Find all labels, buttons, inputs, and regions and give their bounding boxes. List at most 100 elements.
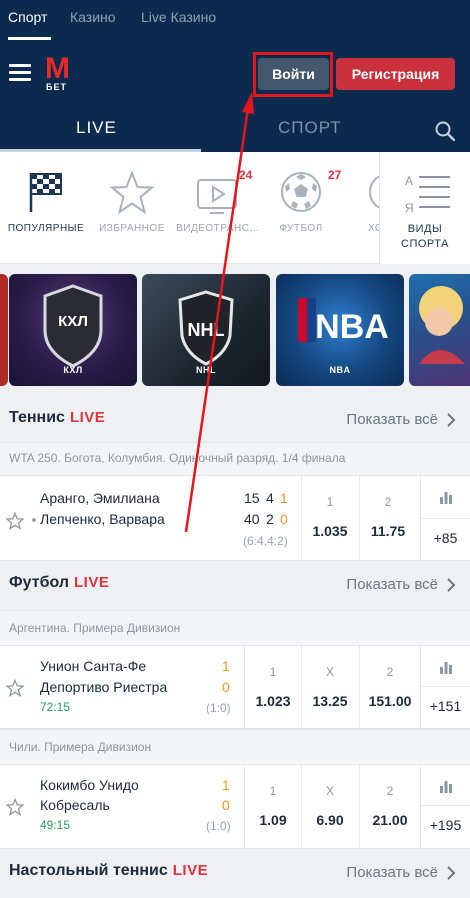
serve-indicator xyxy=(32,518,36,522)
top-tabs: Спорт Казино Live Казино xyxy=(0,0,470,40)
category-popular[interactable]: ПОПУЛЯРНЫЕ xyxy=(0,152,92,264)
event-row[interactable]: Кокимбо Унидо Кобресаль 49:15 1 0 (1:0) … xyxy=(0,764,470,849)
league-name: WTA 250. Богота, Колумбия. Одиночный раз… xyxy=(9,451,346,465)
svg-text:Я: Я xyxy=(405,201,414,215)
score-points-away: 40 xyxy=(244,511,260,527)
odd-button[interactable]: 1 1.09 xyxy=(244,765,301,848)
logo-sub: БЕТ xyxy=(46,82,67,92)
banner-nhl[interactable]: NHL NHL xyxy=(142,274,270,386)
odd-button[interactable]: 2 21.00 xyxy=(359,765,420,848)
category-label: ФУТБОЛ xyxy=(279,223,323,234)
banner-title: NBA xyxy=(329,365,351,375)
score-games-home: 4 xyxy=(266,490,274,506)
favorite-star-icon[interactable] xyxy=(6,798,24,816)
score-home: 1 xyxy=(222,658,230,674)
banner-khl[interactable]: КХЛ КХЛ xyxy=(9,274,137,386)
category-label: ВИДЕОТРАНС… xyxy=(176,223,260,234)
search-icon[interactable] xyxy=(435,121,455,141)
half-score: (1:0) xyxy=(206,819,231,833)
team-away: Лепченко, Варвара xyxy=(40,511,165,527)
set-scores: (6:4,4:2) xyxy=(243,534,288,548)
more-markets-button[interactable]: +195 xyxy=(420,765,470,848)
live-badge: LIVE xyxy=(172,862,209,879)
banner-title: КХЛ xyxy=(63,365,83,375)
category-hockey[interactable]: ХО xyxy=(338,152,379,264)
odd-button[interactable]: 1 1.023 xyxy=(244,646,301,728)
stats-icon[interactable] xyxy=(439,490,453,504)
favorite-star-icon[interactable] xyxy=(6,512,24,530)
tab-sport-line[interactable]: СПОРТ xyxy=(278,118,342,138)
category-label: ПОПУЛЯРНЫЕ xyxy=(7,223,85,234)
odd-button[interactable]: 2 11.75 xyxy=(359,476,416,560)
score-points-home: 15 xyxy=(244,490,260,506)
video-count-badge: 24 xyxy=(239,168,253,182)
star-icon xyxy=(109,170,155,215)
event-row[interactable]: Аранго, Эмилиана Лепченко, Варвара 15 4 … xyxy=(0,475,470,561)
chevron-right-icon[interactable] xyxy=(446,578,456,592)
odd-button[interactable]: 2 151.00 xyxy=(359,646,420,728)
logo-letter[interactable]: M xyxy=(45,54,70,84)
section-header-football: Футбол LIVE Показать всё xyxy=(0,561,470,607)
match-time: 72:15 xyxy=(40,700,71,714)
team-home: Кокимбо Унидо xyxy=(40,777,139,793)
more-markets-button[interactable]: +85 xyxy=(420,476,470,560)
league-header: Чили. Примера Дивизион xyxy=(0,729,470,764)
more-markets-count: +151 xyxy=(429,698,462,714)
score-home: 1 xyxy=(222,777,230,793)
az-list-icon: А Я xyxy=(405,174,450,215)
score-away: 0 xyxy=(222,797,230,813)
category-label: ИЗБРАННОЕ xyxy=(99,223,165,234)
score-sets-away: 0 xyxy=(280,511,288,527)
show-all-link[interactable]: Показать всё xyxy=(346,864,438,881)
category-favorites[interactable]: ИЗБРАННОЕ xyxy=(92,152,172,264)
flag-icon xyxy=(29,173,62,212)
score-games-away: 2 xyxy=(266,511,274,527)
sports-kinds-label: ВИДЫ СПОРТА xyxy=(401,223,449,250)
banner-title: NHL xyxy=(196,365,216,375)
score-sets-home: 1 xyxy=(280,490,288,506)
match-time: 49:15 xyxy=(40,818,71,832)
chevron-right-icon[interactable] xyxy=(446,413,456,427)
sports-kinds-button[interactable]: А Я ВИДЫ СПОРТА xyxy=(380,152,470,264)
show-all-link[interactable]: Показать всё xyxy=(346,411,438,428)
show-all-link[interactable]: Показать всё xyxy=(346,576,438,593)
stats-icon[interactable] xyxy=(439,779,453,793)
tab-live[interactable]: LIVE xyxy=(76,118,117,138)
category-label: ХО xyxy=(368,223,379,234)
header: M БЕТ Войти Регистрация xyxy=(0,40,470,104)
live-sport-tabs: LIVE СПОРТ xyxy=(0,104,470,152)
category-football[interactable]: 27 ФУТБОЛ xyxy=(264,152,341,264)
tab-casino[interactable]: Казино xyxy=(70,9,116,25)
odd-button[interactable]: 1 1.035 xyxy=(301,476,358,560)
section-title: Настольный теннис LIVE xyxy=(9,862,209,879)
odd-button[interactable]: X 6.90 xyxy=(301,765,358,848)
soccer-ball-icon xyxy=(281,172,321,212)
event-row[interactable]: Унион Санта-Фе Депортиво Риестра 72:15 1… xyxy=(0,645,470,729)
login-button[interactable]: Войти xyxy=(258,58,329,90)
register-button[interactable]: Регистрация xyxy=(336,58,455,90)
tab-live-casino[interactable]: Live Казино xyxy=(141,9,216,25)
category-video[interactable]: 24 ВИДЕОТРАНС… xyxy=(172,152,264,264)
banner-partial-left[interactable] xyxy=(0,274,8,386)
league-header: Аргентина. Примера Дивизион xyxy=(0,610,470,645)
odd-button[interactable]: X 13.25 xyxy=(301,646,358,728)
section-header-table-tennis: Настольный теннис LIVE Показать всё xyxy=(0,849,470,895)
live-badge: LIVE xyxy=(74,574,110,591)
score-away: 0 xyxy=(222,679,230,695)
team-away: Депортиво Риестра xyxy=(40,679,168,695)
tab-sport[interactable]: Спорт xyxy=(8,9,47,25)
team-home: Унион Санта-Фе xyxy=(40,658,147,674)
stats-icon[interactable] xyxy=(439,660,453,674)
menu-icon[interactable] xyxy=(9,64,31,82)
chevron-right-icon[interactable] xyxy=(446,866,456,880)
team-away: Кобресаль xyxy=(40,797,110,813)
favorite-star-icon[interactable] xyxy=(6,679,24,697)
svg-text:КХЛ: КХЛ xyxy=(58,313,88,330)
svg-text:NBA: NBA xyxy=(315,308,389,346)
more-markets-button[interactable]: +151 xyxy=(420,646,470,728)
hockey-icon xyxy=(369,175,379,209)
banner-nba[interactable]: NBA NBA xyxy=(276,274,404,386)
banner-casino-partial[interactable] xyxy=(409,274,470,386)
league-name: Аргентина. Примера Дивизион xyxy=(9,621,181,635)
team-home: Аранго, Эмилиана xyxy=(40,490,160,506)
